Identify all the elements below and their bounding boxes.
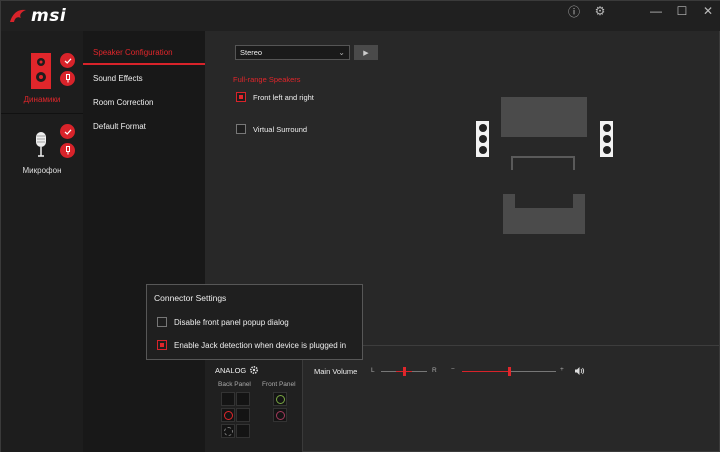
- volume-fill: [462, 371, 509, 372]
- tab-sound-effects[interactable]: Sound Effects: [83, 66, 205, 90]
- back-jack-6[interactable]: [236, 424, 250, 438]
- front-jack-headphone[interactable]: [273, 392, 287, 406]
- device-speakers[interactable]: Динамики: [1, 31, 83, 113]
- chevron-down-icon: ⌄: [338, 48, 345, 57]
- balance-right-label: R: [432, 367, 437, 374]
- close-button[interactable]: ✕: [695, 1, 720, 21]
- back-jack-mic[interactable]: [221, 424, 235, 438]
- balance-left-label: L: [371, 367, 375, 374]
- device-sidebar: Динамики Микрофон: [1, 1, 83, 452]
- front-left-right-checkbox[interactable]: [236, 92, 246, 102]
- disable-front-panel-label: Disable front panel popup dialog: [174, 317, 289, 327]
- sofa-seat-gap: [515, 194, 573, 208]
- disable-front-panel-option[interactable]: Disable front panel popup dialog: [157, 317, 289, 327]
- mic-connector-settings-icon[interactable]: [60, 143, 75, 158]
- back-jack-1[interactable]: [221, 392, 235, 406]
- jack-detection-label: Enable Jack detection when device is plu…: [174, 340, 347, 350]
- left-speaker-diagram[interactable]: [476, 121, 489, 157]
- settings-tabs: Speaker Configuration Sound Effects Room…: [83, 31, 205, 452]
- back-panel-label: Back Panel: [218, 381, 251, 388]
- speaker-device-icon: [31, 53, 51, 89]
- tab-room-correction[interactable]: Room Correction: [83, 90, 205, 114]
- settings-gear-icon[interactable]: ⚙: [587, 1, 613, 21]
- back-jack-4[interactable]: [236, 408, 250, 422]
- front-panel-label: Front Panel: [262, 381, 296, 388]
- device-speakers-label: Динамики: [23, 95, 61, 104]
- dragon-logo-icon: [10, 9, 26, 22]
- tab-default-format[interactable]: Default Format: [83, 114, 205, 138]
- right-speaker-diagram[interactable]: [600, 121, 613, 157]
- connector-settings-popup: Connector Settings Disable front panel p…: [146, 284, 363, 360]
- tab-speaker-configuration[interactable]: Speaker Configuration: [83, 41, 205, 65]
- popup-title: Connector Settings: [154, 293, 227, 303]
- microphone-device-icon: [36, 132, 46, 157]
- main-volume-label: Main Volume: [314, 367, 358, 376]
- play-test-button[interactable]: ▶: [354, 45, 378, 60]
- speaker-volume-icon[interactable]: [575, 367, 585, 375]
- maximize-button[interactable]: ☐: [669, 1, 695, 21]
- virtual-surround-option[interactable]: Virtual Surround: [236, 124, 307, 134]
- front-left-right-label: Front left and right: [253, 92, 314, 102]
- volume-minus-icon[interactable]: −: [451, 366, 455, 373]
- front-left-right-option[interactable]: Front left and right: [236, 92, 314, 102]
- back-jack-2[interactable]: [236, 392, 250, 406]
- title-bar: msi ⓘ ⚙ — ☐ ✕: [1, 1, 720, 31]
- analog-connectors-panel: ANALOG Back Panel Front Panel: [205, 346, 303, 452]
- jack-detection-option[interactable]: Enable Jack detection when device is plu…: [157, 340, 346, 350]
- table-diagram: [511, 156, 575, 170]
- virtual-surround-checkbox[interactable]: [236, 124, 246, 134]
- info-icon[interactable]: ⓘ: [561, 1, 587, 21]
- mic-default-check-icon[interactable]: [60, 124, 75, 139]
- play-icon: ▶: [363, 49, 369, 57]
- speaker-config-select[interactable]: Stereo ⌄: [235, 45, 350, 60]
- back-jack-line-out[interactable]: [221, 408, 235, 422]
- logo-text: msi: [31, 6, 67, 26]
- default-device-check-icon[interactable]: [60, 53, 75, 68]
- virtual-surround-label: Virtual Surround: [253, 124, 308, 134]
- jack-detection-checkbox[interactable]: [157, 340, 167, 350]
- full-range-speakers-label: Full-range Speakers: [233, 75, 301, 84]
- front-jack-mic[interactable]: [273, 408, 287, 422]
- balance-slider-handle[interactable]: [403, 367, 406, 376]
- analog-settings-gear-icon[interactable]: [249, 365, 259, 375]
- connector-settings-icon[interactable]: [60, 71, 75, 86]
- disable-front-panel-checkbox[interactable]: [157, 317, 167, 327]
- display-diagram: [501, 97, 587, 137]
- speaker-config-value: Stereo: [240, 48, 263, 57]
- volume-slider-handle[interactable]: [508, 367, 511, 376]
- analog-title: ANALOG: [215, 366, 247, 375]
- app-window: Динамики Микрофон msi ⓘ ⚙ — ☐ ✕ Speaker …: [0, 0, 720, 452]
- msi-logo: msi: [9, 6, 66, 26]
- minimize-button[interactable]: —: [643, 1, 669, 21]
- device-microphone[interactable]: Микрофон: [1, 114, 83, 184]
- device-microphone-label: Микрофон: [22, 166, 62, 175]
- volume-plus-icon[interactable]: +: [560, 366, 564, 373]
